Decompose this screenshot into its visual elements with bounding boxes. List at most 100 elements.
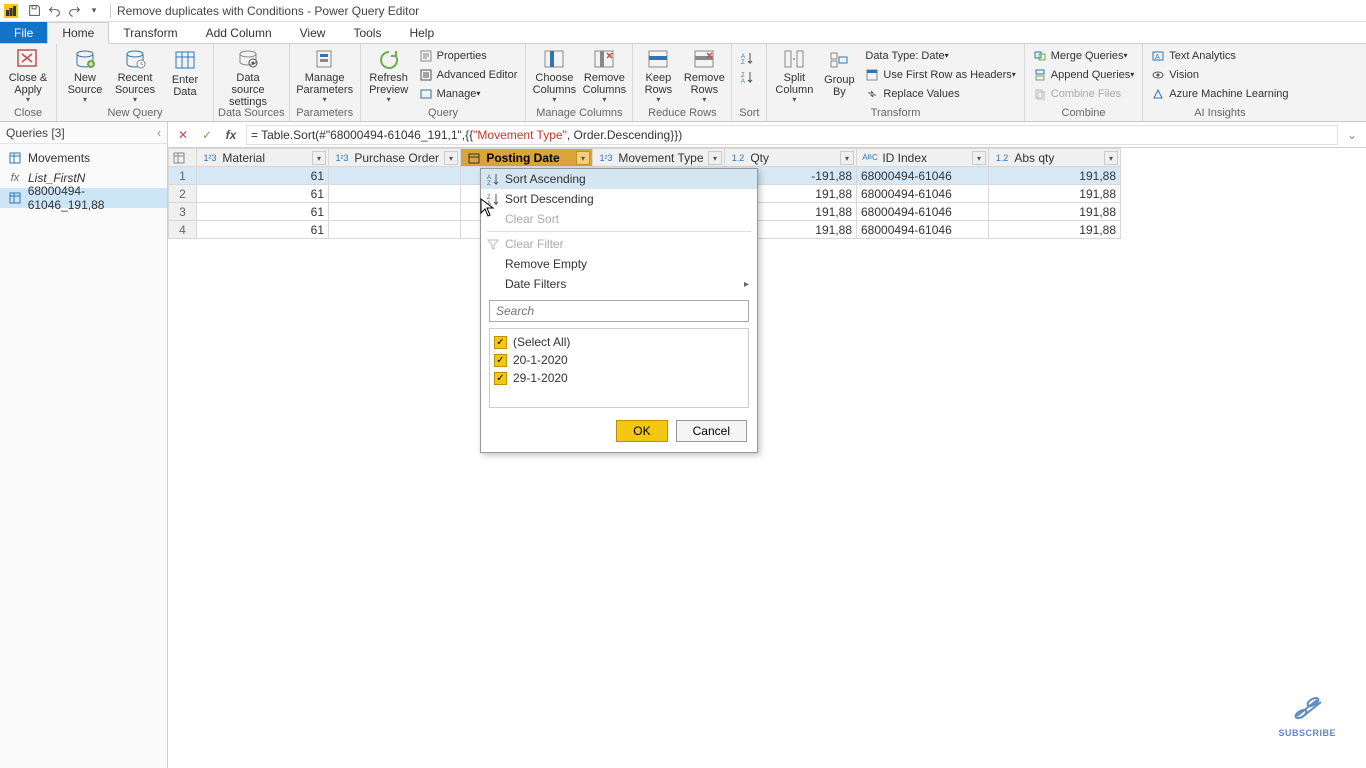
cell-purchase-order[interactable] <box>329 167 461 185</box>
new-source-button[interactable]: New Source▾ <box>61 46 109 104</box>
choose-columns-button[interactable]: Choose Columns▾ <box>530 46 578 104</box>
cell-material[interactable]: 61 <box>197 167 329 185</box>
query-item-selected[interactable]: 68000494-61046_191,88 <box>0 188 167 208</box>
cell-abs-qty[interactable]: 191,88 <box>989 185 1121 203</box>
combine-files-button[interactable]: Combine Files <box>1029 84 1139 103</box>
redo-icon[interactable] <box>66 3 82 19</box>
grid-corner[interactable] <box>169 149 197 167</box>
date-filters-item[interactable]: Date Filters▸ <box>481 274 757 294</box>
row-header[interactable]: 1 <box>169 167 197 185</box>
cell-purchase-order[interactable] <box>329 203 461 221</box>
sort-asc-button[interactable]: AZ <box>736 48 762 67</box>
cell-material[interactable]: 61 <box>197 203 329 221</box>
checkbox-icon[interactable]: ✓ <box>494 336 507 349</box>
filter-check-value[interactable]: ✓29-1-2020 <box>494 369 744 387</box>
formula-input[interactable]: = Table.Sort(#"68000494-61046_191,1",{{"… <box>246 125 1338 145</box>
ok-button[interactable]: OK <box>616 420 667 442</box>
data-source-settings-button[interactable]: Data source settings <box>218 46 278 104</box>
undo-icon[interactable] <box>46 3 62 19</box>
choose-columns-label: Choose Columns <box>533 72 576 96</box>
manage-parameters-button[interactable]: Manage Parameters▾ <box>294 46 356 104</box>
vision-button[interactable]: Vision <box>1147 65 1292 84</box>
cell-material[interactable]: 61 <box>197 221 329 239</box>
cell-id-index[interactable]: 68000494-61046 <box>857 203 989 221</box>
remove-rows-icon <box>690 48 718 70</box>
cell-purchase-order[interactable] <box>329 221 461 239</box>
manage-query-button[interactable]: Manage ▾ <box>415 84 522 103</box>
col-header-id-index[interactable]: ABC ID Index▾ <box>857 149 989 167</box>
qat-dropdown-icon[interactable]: ▾ <box>86 3 102 19</box>
first-row-headers-button[interactable]: Use First Row as Headers ▾ <box>861 65 1019 84</box>
close-apply-button[interactable]: Close & Apply▾ <box>4 46 52 104</box>
merge-queries-button[interactable]: Merge Queries ▾ <box>1029 46 1139 65</box>
filter-icon[interactable]: ▾ <box>312 151 326 165</box>
collapse-pane-icon[interactable]: ‹ <box>157 126 161 140</box>
row-header[interactable]: 4 <box>169 221 197 239</box>
col-header-abs-qty[interactable]: 1.2 Abs qty▾ <box>989 149 1121 167</box>
query-item-movements[interactable]: Movements <box>0 148 167 168</box>
filter-search-input[interactable] <box>489 300 749 322</box>
col-header-movement-type[interactable]: 1²3 Movement Type▾ <box>593 149 725 167</box>
filter-icon[interactable]: ▾ <box>1104 151 1118 165</box>
cell-purchase-order[interactable] <box>329 185 461 203</box>
cell-abs-qty[interactable]: 191,88 <box>989 167 1121 185</box>
remove-empty-item[interactable]: Remove Empty <box>481 254 757 274</box>
remove-rows-button[interactable]: Remove Rows▾ <box>681 46 727 104</box>
accept-formula-icon[interactable]: ✓ <box>198 126 216 144</box>
keep-rows-button[interactable]: Keep Rows▾ <box>637 46 679 104</box>
advanced-editor-button[interactable]: Advanced Editor <box>415 65 522 84</box>
filter-check-value[interactable]: ✓20-1-2020 <box>494 351 744 369</box>
table-icon <box>8 191 22 205</box>
fx-icon[interactable]: fx <box>222 126 240 144</box>
tab-tools[interactable]: Tools <box>339 22 395 43</box>
cell-material[interactable]: 61 <box>197 185 329 203</box>
filter-icon[interactable]: ▾ <box>576 151 590 165</box>
refresh-preview-button[interactable]: Refresh Preview▾ <box>365 46 413 104</box>
cell-id-index[interactable]: 68000494-61046 <box>857 167 989 185</box>
remove-columns-button[interactable]: Remove Columns▾ <box>580 46 628 104</box>
checkbox-icon[interactable]: ✓ <box>494 372 507 385</box>
cancel-button[interactable]: Cancel <box>676 420 747 442</box>
filter-icon[interactable]: ▾ <box>972 151 986 165</box>
data-type-button[interactable]: Data Type: Date ▾ <box>861 46 1019 65</box>
filter-icon[interactable]: ▾ <box>708 151 722 165</box>
save-icon[interactable] <box>26 3 42 19</box>
expand-formula-icon[interactable]: ⌄ <box>1344 128 1360 142</box>
checkbox-icon[interactable]: ✓ <box>494 354 507 367</box>
properties-button[interactable]: Properties <box>415 46 522 65</box>
col-label: Posting Date <box>486 151 559 165</box>
filter-check-select-all[interactable]: ✓(Select All) <box>494 333 744 351</box>
enter-data-button[interactable]: Enter Data <box>161 46 209 104</box>
col-header-material[interactable]: 1²3 Material▾ <box>197 149 329 167</box>
filter-icon[interactable]: ▾ <box>840 151 854 165</box>
col-header-posting-date[interactable]: Posting Date ▾ <box>461 149 593 167</box>
cell-abs-qty[interactable]: 191,88 <box>989 203 1121 221</box>
cell-id-index[interactable]: 68000494-61046 <box>857 185 989 203</box>
sort-desc-button[interactable]: ZA <box>736 67 762 86</box>
row-header[interactable]: 3 <box>169 203 197 221</box>
filter-icon[interactable]: ▾ <box>444 151 458 165</box>
tab-add-column[interactable]: Add Column <box>192 22 286 43</box>
split-column-button[interactable]: Split Column▾ <box>771 46 817 104</box>
sort-descending-item[interactable]: ZASort Descending <box>481 189 757 209</box>
cancel-formula-icon[interactable]: ✕ <box>174 126 192 144</box>
sort-ascending-item[interactable]: AZSort Ascending <box>481 169 757 189</box>
col-header-qty[interactable]: 1.2 Qty▾ <box>725 149 857 167</box>
tab-help[interactable]: Help <box>395 22 448 43</box>
tab-file[interactable]: File <box>0 22 47 43</box>
tab-home[interactable]: Home <box>47 22 109 44</box>
text-analytics-button[interactable]: AText Analytics <box>1147 46 1292 65</box>
append-queries-button[interactable]: Append Queries ▾ <box>1029 65 1139 84</box>
group-by-button[interactable]: Group By <box>819 46 859 104</box>
recent-sources-button[interactable]: Recent Sources▾ <box>111 46 159 104</box>
vision-label: Vision <box>1169 69 1199 81</box>
tab-view[interactable]: View <box>286 22 340 43</box>
replace-values-button[interactable]: Replace Values <box>861 84 1019 103</box>
col-header-purchase-order[interactable]: 1²3 Purchase Order▾ <box>329 149 461 167</box>
cell-id-index[interactable]: 68000494-61046 <box>857 221 989 239</box>
cell-abs-qty[interactable]: 191,88 <box>989 221 1121 239</box>
azure-ml-button[interactable]: Azure Machine Learning <box>1147 84 1292 103</box>
tab-transform[interactable]: Transform <box>109 22 191 43</box>
row-header[interactable]: 2 <box>169 185 197 203</box>
first-row-headers-icon <box>865 68 879 82</box>
